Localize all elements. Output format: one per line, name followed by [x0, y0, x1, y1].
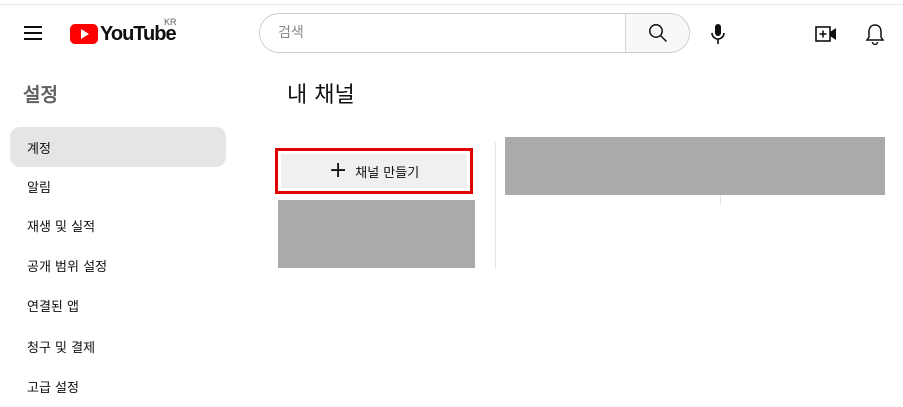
- sidebar-item-label: 재생 및 실적: [27, 219, 96, 235]
- search-button[interactable]: [625, 14, 689, 52]
- sidebar-item-advanced[interactable]: 고급 설정: [10, 366, 226, 406]
- sidebar-item-label: 연결된 앱: [27, 299, 79, 315]
- top-border: [0, 4, 903, 5]
- youtube-play-icon: [70, 24, 98, 44]
- create-channel-inner: + 채널 만들기: [281, 154, 467, 188]
- create-video-button[interactable]: [810, 18, 842, 50]
- sidebar-item-privacy[interactable]: 공개 범위 설정: [10, 245, 226, 285]
- sidebar-item-billing[interactable]: 청구 및 결제: [10, 326, 226, 366]
- sidebar-item-label: 공개 범위 설정: [27, 259, 108, 275]
- youtube-logo[interactable]: YouTube: [70, 23, 177, 45]
- menu-line: [24, 32, 42, 34]
- vertical-divider: [495, 142, 496, 268]
- sidebar-item-label: 청구 및 결제: [27, 340, 96, 356]
- bell-icon: [865, 24, 885, 45]
- sidebar-item-connected-apps[interactable]: 연결된 앱: [10, 285, 226, 325]
- microphone-icon: [711, 24, 725, 44]
- menu-button[interactable]: [18, 20, 48, 46]
- menu-line: [24, 38, 42, 40]
- sidebar-item-label: 고급 설정: [27, 380, 79, 396]
- voice-search-button[interactable]: [702, 18, 734, 50]
- search-input[interactable]: [260, 14, 625, 52]
- sidebar-item-playback[interactable]: 재생 및 실적: [10, 205, 226, 245]
- redacted-block: [278, 200, 475, 268]
- search-bar: [259, 13, 690, 53]
- search-icon: [648, 24, 667, 43]
- settings-title: 설정: [23, 84, 58, 106]
- redacted-block: [505, 137, 885, 195]
- create-channel-button[interactable]: + 채널 만들기: [275, 148, 473, 194]
- hamburger-menu-icon: [24, 26, 42, 28]
- sidebar-item-label: 알림: [27, 180, 51, 196]
- sidebar-item-label: 계정: [27, 141, 51, 157]
- video-add-icon: [815, 26, 836, 42]
- sidebar-item-notifications[interactable]: 알림: [10, 166, 226, 206]
- divider-tick: [720, 195, 721, 205]
- notifications-button[interactable]: [859, 18, 891, 50]
- create-channel-label: 채널 만들기: [355, 165, 420, 181]
- plus-icon: +: [328, 158, 348, 183]
- page-title: 내 채널: [287, 83, 355, 108]
- sidebar-item-account[interactable]: 계정: [10, 127, 226, 167]
- country-code: KR: [164, 17, 177, 27]
